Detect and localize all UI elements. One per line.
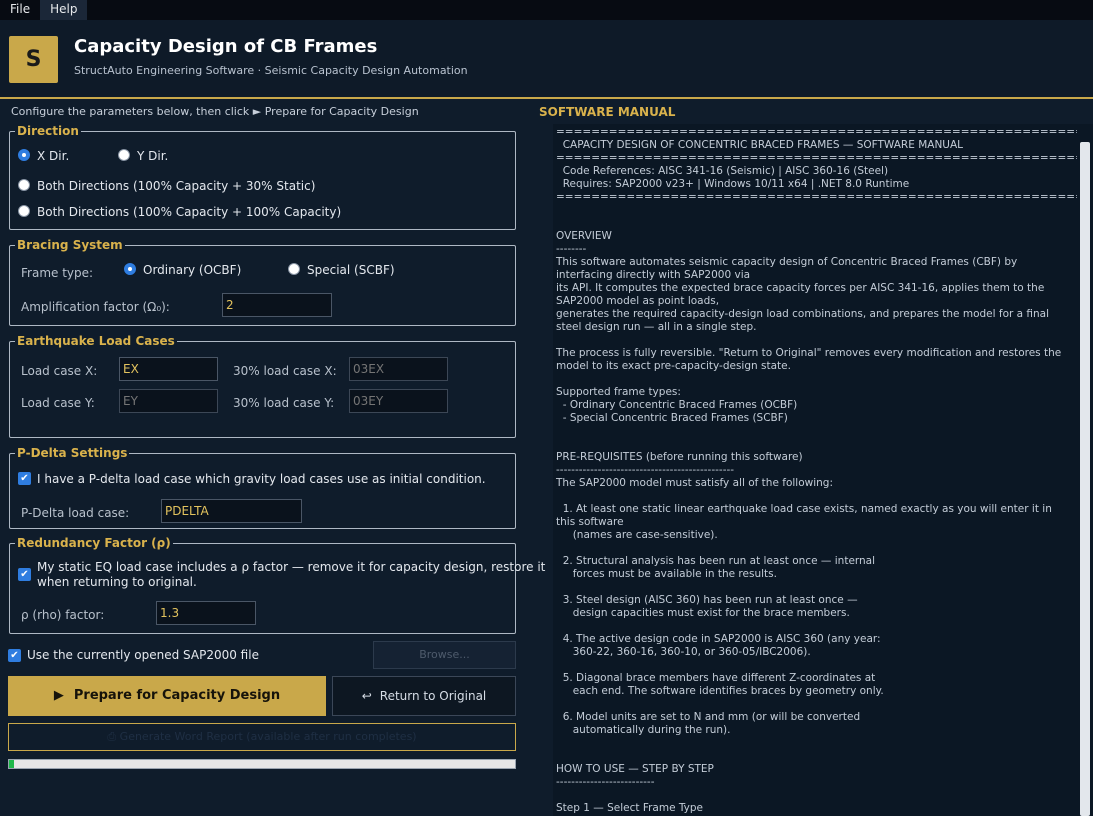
redundancy-check-label-line1: My static EQ load case includes a ρ fact… (37, 560, 546, 574)
pct-load-case-y-label: 30% load case Y: (233, 396, 335, 410)
pdelta-case-label: P-Delta load case: (21, 506, 130, 520)
both-30-radio[interactable] (18, 179, 30, 191)
app-logo: S (9, 36, 58, 83)
frame-type-label: Frame type: (21, 266, 94, 280)
prepare-button-label: Prepare for Capacity Design (73, 688, 281, 703)
amplification-input[interactable] (222, 293, 332, 317)
return-icon: ↩ (361, 689, 372, 703)
use-current-file-checkbox[interactable]: ✔ (8, 649, 21, 662)
manual-title: SOFTWARE MANUAL (539, 105, 676, 119)
earthquake-group-title: Earthquake Load Cases (15, 334, 177, 348)
menu-bar: File Help (0, 0, 1093, 20)
manual-text-panel[interactable]: ========================================… (553, 124, 1077, 816)
manual-scrollbar-thumb[interactable] (1080, 142, 1090, 816)
pdelta-group-title: P-Delta Settings (15, 446, 130, 460)
manual-scrollbar[interactable] (1077, 124, 1093, 816)
pct-load-case-x-label: 30% load case X: (233, 364, 337, 378)
app-header: S Capacity Design of CB Frames StructAut… (0, 20, 1093, 97)
progress-fill (9, 760, 15, 768)
rho-factor-input[interactable] (156, 601, 256, 625)
manual-text: ========================================… (556, 126, 1077, 814)
return-button-label: Return to Original (379, 689, 487, 703)
browse-button[interactable]: Browse... (373, 641, 516, 669)
pct-load-case-y-input[interactable] (349, 389, 448, 413)
app-title: Capacity Design of CB Frames (74, 36, 378, 57)
x-dir-label: X Dir. (37, 149, 70, 163)
instruction-text: Configure the parameters below, then cli… (11, 105, 419, 118)
redundancy-group-title: Redundancy Factor (ρ) (15, 536, 173, 550)
use-current-file-label: Use the currently opened SAP2000 file (27, 648, 259, 662)
bracing-group-title: Bracing System (15, 238, 125, 252)
header-divider (0, 97, 1093, 99)
redundancy-check-label-line2: when returning to original. (37, 575, 197, 589)
x-dir-radio[interactable] (18, 149, 30, 161)
both-30-label: Both Directions (100% Capacity + 30% Sta… (37, 179, 316, 193)
prepare-capacity-design-button[interactable]: ▶ Prepare for Capacity Design (8, 676, 326, 716)
menu-help[interactable]: Help (40, 0, 88, 20)
special-scbf-radio[interactable] (288, 263, 300, 275)
progress-bar (8, 759, 516, 769)
y-dir-label: Y Dir. (137, 149, 169, 163)
menu-file[interactable]: File (0, 0, 40, 20)
return-to-original-button[interactable]: ↩ Return to Original (332, 676, 516, 716)
both-100-radio[interactable] (18, 205, 30, 217)
rho-factor-label: ρ (rho) factor: (21, 608, 105, 622)
both-100-label: Both Directions (100% Capacity + 100% Ca… (37, 205, 342, 219)
ordinary-ocbf-radio[interactable] (124, 263, 136, 275)
load-case-x-input[interactable] (119, 357, 218, 381)
y-dir-radio[interactable] (118, 149, 130, 161)
pdelta-case-input[interactable] (161, 499, 302, 523)
pct-load-case-x-input[interactable] (349, 357, 448, 381)
redundancy-checkbox[interactable]: ✔ (18, 568, 31, 581)
special-scbf-label: Special (SCBF) (307, 263, 395, 277)
amplification-label: Amplification factor (Ω₀): (21, 300, 170, 314)
play-icon: ▶ (53, 688, 64, 703)
generate-report-button[interactable]: ⎙ Generate Word Report (available after … (8, 723, 516, 751)
ordinary-ocbf-label: Ordinary (OCBF) (143, 263, 242, 277)
pdelta-check-label: I have a P-delta load case which gravity… (37, 472, 486, 486)
direction-group-title: Direction (15, 124, 81, 138)
load-case-y-input[interactable] (119, 389, 218, 413)
load-case-y-label: Load case Y: (21, 396, 95, 410)
app-subtitle: StructAuto Engineering Software · Seismi… (74, 64, 468, 77)
pdelta-checkbox[interactable]: ✔ (18, 472, 31, 485)
load-case-x-label: Load case X: (21, 364, 98, 378)
